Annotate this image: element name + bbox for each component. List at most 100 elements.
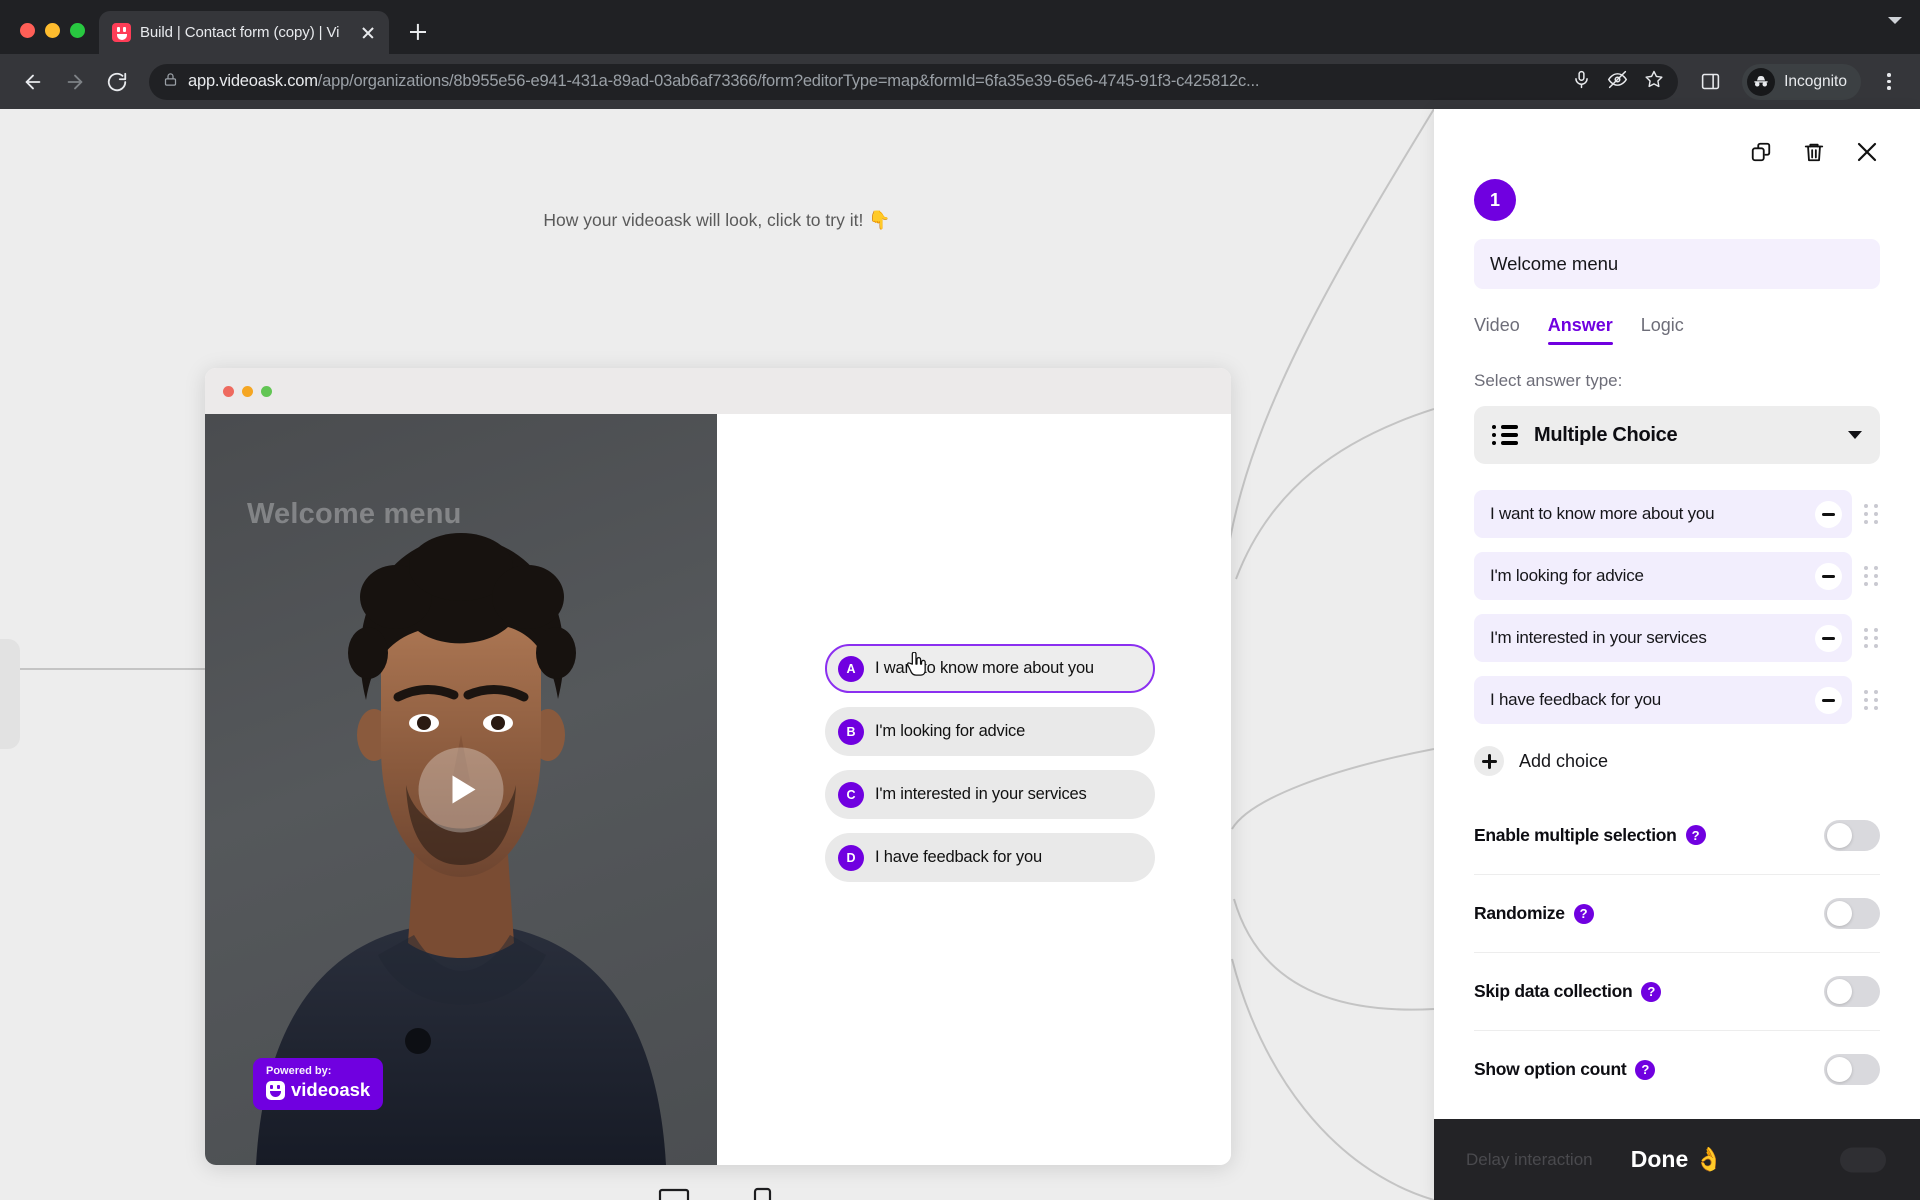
- play-button[interactable]: [418, 747, 504, 832]
- incognito-indicator[interactable]: Incognito: [1742, 63, 1861, 100]
- answer-type-dropdown[interactable]: Multiple Choice: [1474, 406, 1880, 464]
- toggle-label: Randomize: [1474, 903, 1565, 923]
- preview-close-dot: [223, 385, 234, 397]
- preview-hint: How your videoask will look, click to tr…: [0, 210, 1434, 231]
- tab-logic[interactable]: Logic: [1641, 315, 1684, 345]
- toggle-switch[interactable]: [1824, 1054, 1880, 1085]
- toggle-switch[interactable]: [1824, 976, 1880, 1007]
- help-icon[interactable]: ?: [1635, 1059, 1656, 1080]
- tab-video[interactable]: Video: [1474, 315, 1520, 345]
- preview-video[interactable]: Welcome menu Powered by: videoask: [205, 414, 717, 1165]
- mobile-view-icon[interactable]: [742, 1184, 782, 1200]
- preview-maximize-dot: [261, 385, 272, 397]
- browser-toolbar: app.videoask.com/app/organizations/8b955…: [0, 54, 1920, 109]
- choice-input-1[interactable]: I want to know more about you: [1474, 490, 1852, 538]
- choice-text: I'm looking for advice: [1490, 566, 1644, 585]
- panel-tabs: Video Answer Logic: [1474, 315, 1880, 345]
- help-icon[interactable]: ?: [1641, 981, 1662, 1002]
- choice-input-3[interactable]: I'm interested in your services: [1474, 614, 1852, 662]
- add-choice-label: Add choice: [1519, 750, 1609, 771]
- trash-icon[interactable]: [1801, 139, 1827, 165]
- videoask-favicon-icon: [112, 23, 131, 42]
- step-number-badge: 1: [1474, 179, 1516, 221]
- tab-search-button[interactable]: [1888, 17, 1920, 54]
- preview-hint-text: How your videoask will look, click to tr…: [543, 210, 864, 230]
- microphone-icon[interactable]: [1572, 70, 1591, 94]
- help-icon[interactable]: ?: [1573, 903, 1594, 924]
- remove-choice-button[interactable]: [1815, 624, 1842, 652]
- preview-body: Welcome menu Powered by: videoask A I wa…: [205, 414, 1231, 1165]
- pointing-down-emoji-icon: 👇: [868, 210, 891, 230]
- close-icon[interactable]: [357, 22, 379, 44]
- chevron-down-icon: [1888, 17, 1902, 41]
- device-preview-toggle: [205, 1184, 1231, 1200]
- choice-row: I want to know more about you: [1474, 490, 1880, 538]
- add-choice-button[interactable]: Add choice: [1474, 746, 1880, 776]
- tab-answer[interactable]: Answer: [1547, 315, 1613, 345]
- toggle-row-skip-data-collection: Skip data collection ?: [1474, 952, 1880, 1030]
- remove-choice-button[interactable]: [1815, 562, 1842, 590]
- choice-letter-badge: B: [838, 718, 864, 745]
- done-bar[interactable]: Delay interaction Done 👌: [1434, 1119, 1920, 1200]
- preview-choice-a[interactable]: A I want to know more about you: [825, 644, 1155, 693]
- toggle-switch[interactable]: [1824, 819, 1880, 851]
- obscured-toggle-switch: [1840, 1147, 1886, 1172]
- choice-label: I have feedback for you: [875, 848, 1042, 866]
- preview-minimize-dot: [242, 385, 253, 397]
- panel-scroll-area[interactable]: 1 Welcome menu Video Answer Logic Select…: [1434, 109, 1920, 1200]
- preview-titlebar: [205, 368, 1231, 414]
- minimize-window-button[interactable]: [45, 23, 60, 38]
- option-toggles: Enable multiple selection ? Randomize ? …: [1474, 796, 1880, 1108]
- forward-arrow-icon[interactable]: [56, 63, 94, 101]
- choice-row: I'm looking for advice: [1474, 552, 1880, 600]
- browser-tab[interactable]: Build | Contact form (copy) | Vi: [99, 11, 389, 54]
- videoask-preview-window[interactable]: Welcome menu Powered by: videoask A I wa…: [205, 368, 1231, 1165]
- new-tab-button[interactable]: [401, 15, 435, 49]
- drag-handle-icon[interactable]: [1864, 566, 1880, 586]
- duplicate-icon[interactable]: [1748, 139, 1774, 165]
- toggle-label: Skip data collection: [1474, 981, 1633, 1001]
- preview-answers-pane: A I want to know more about you B I'm lo…: [717, 414, 1231, 1165]
- step-settings-panel: 1 Welcome menu Video Answer Logic Select…: [1434, 109, 1920, 1200]
- choice-text: I'm interested in your services: [1490, 628, 1707, 647]
- back-arrow-icon[interactable]: [14, 63, 52, 101]
- choice-input-2[interactable]: I'm looking for advice: [1474, 552, 1852, 600]
- desktop-view-icon[interactable]: [654, 1184, 694, 1200]
- toolbar-right: Incognito: [1691, 63, 1906, 101]
- app-page: How your videoask will look, click to tr…: [0, 109, 1920, 1200]
- powered-by-badge[interactable]: Powered by: videoask: [253, 1058, 384, 1110]
- close-window-button[interactable]: [20, 23, 35, 38]
- preview-choice-c[interactable]: C I'm interested in your services: [825, 770, 1155, 819]
- choice-input-4[interactable]: I have feedback for you: [1474, 676, 1852, 724]
- flow-canvas[interactable]: How your videoask will look, click to tr…: [0, 109, 1434, 1200]
- choice-letter-badge: A: [838, 655, 864, 682]
- tab-strip: Build | Contact form (copy) | Vi: [0, 0, 1920, 54]
- videoask-brand-text: videoask: [291, 1079, 371, 1100]
- toggle-row-enable-multiple-selection: Enable multiple selection ?: [1474, 796, 1880, 874]
- tab-title: Build | Contact form (copy) | Vi: [140, 24, 340, 41]
- choice-text: I have feedback for you: [1490, 690, 1661, 709]
- eye-slash-icon[interactable]: [1607, 69, 1628, 95]
- step-title-input[interactable]: Welcome menu: [1474, 239, 1880, 289]
- toggle-switch[interactable]: [1824, 898, 1880, 929]
- close-icon[interactable]: [1854, 139, 1880, 165]
- url-path: /app/organizations/8b955e56-e941-431a-89…: [317, 72, 1260, 90]
- drag-handle-icon[interactable]: [1864, 504, 1880, 524]
- drag-handle-icon[interactable]: [1864, 690, 1880, 710]
- preview-choice-b[interactable]: B I'm looking for advice: [825, 707, 1155, 756]
- remove-choice-button[interactable]: [1815, 500, 1842, 528]
- address-bar[interactable]: app.videoask.com/app/organizations/8b955…: [149, 63, 1679, 100]
- obscured-delay-interaction-label: Delay interaction: [1466, 1149, 1593, 1169]
- help-icon[interactable]: ?: [1685, 825, 1706, 845]
- side-panel-icon[interactable]: [1691, 63, 1729, 101]
- reload-icon[interactable]: [98, 63, 136, 101]
- star-icon[interactable]: [1644, 69, 1664, 94]
- toggle-label: Enable multiple selection: [1474, 824, 1677, 845]
- plus-icon: [1474, 746, 1504, 776]
- bulleted-list-icon: [1492, 425, 1518, 445]
- preview-choice-d[interactable]: D I have feedback for you: [825, 833, 1155, 882]
- drag-handle-icon[interactable]: [1864, 628, 1880, 648]
- maximize-window-button[interactable]: [70, 23, 85, 38]
- kebab-menu-icon[interactable]: [1872, 65, 1906, 99]
- remove-choice-button[interactable]: [1815, 686, 1842, 714]
